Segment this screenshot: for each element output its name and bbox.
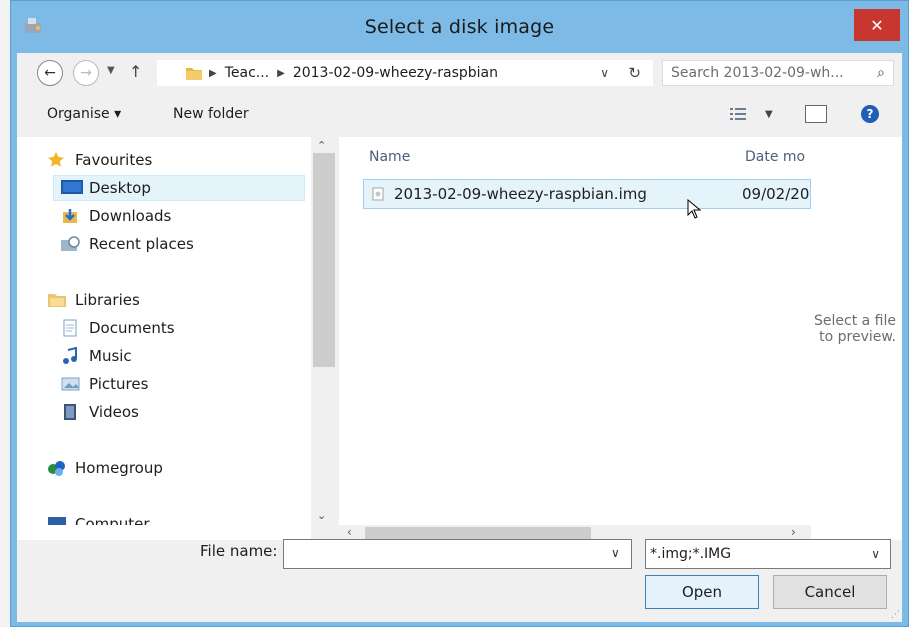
scroll-right-icon[interactable]: › [791,525,796,539]
file-name-input[interactable] [283,539,632,569]
search-placeholder: Search 2013-02-09-wh... [671,65,844,81]
nav-label: Homegroup [75,459,163,477]
preview-pane: Select a file to preview. [811,137,902,540]
nav-documents[interactable]: Documents [61,315,175,341]
nav-music[interactable]: Music [61,343,132,369]
nav-label: Videos [89,403,139,421]
window-title: Select a disk image [364,16,555,38]
preview-pane-icon[interactable] [805,105,827,123]
homegroup-icon [47,459,67,477]
nav-libraries[interactable]: Libraries [47,287,140,313]
nav-label: Favourites [75,151,153,169]
new-folder-button[interactable]: New folder [173,106,249,122]
close-button[interactable]: ✕ [854,9,900,41]
back-arrow-icon: ← [44,65,56,81]
nav-recent-places[interactable]: Recent places [61,231,194,257]
up-arrow-icon[interactable]: ↑ [129,62,142,81]
folder-icon [185,65,203,81]
column-header-name[interactable]: Name [369,149,410,165]
nav-computer-clip: Computer [17,511,311,525]
file-name-label: File name: [200,542,278,560]
refresh-icon[interactable]: ↻ [628,64,641,82]
nav-desktop[interactable]: Desktop [53,175,305,201]
breadcrumb-separator-icon: ▶ [209,67,217,79]
open-button[interactable]: Open [645,575,759,609]
desktop-icon [61,179,83,197]
videos-icon [61,403,81,421]
address-row: ← → ▼ ↑ ▶ Teac... ▶ 2013-02-09-wheezy-ra… [17,53,902,93]
preview-text-line-2: to preview. [819,329,896,345]
dialog-client: ← → ▼ ↑ ▶ Teac... ▶ 2013-02-09-wheezy-ra… [17,53,902,622]
documents-icon [61,319,81,337]
help-icon[interactable]: ? [861,105,879,123]
view-dropdown-icon[interactable]: ▼ [765,109,773,120]
nav-videos[interactable]: Videos [61,399,139,425]
nav-pictures[interactable]: Pictures [61,371,148,397]
music-icon [61,347,81,365]
nav-label: Recent places [89,235,194,253]
file-type-filter-select[interactable]: *.img;*.IMG ∨ [645,539,891,569]
breadcrumb-separator-icon: ▶ [277,67,285,79]
disk-image-file-icon [372,187,384,201]
scroll-down-icon[interactable]: ⌄ [317,509,326,522]
nav-label: Computer [75,515,150,525]
address-dropdown-icon[interactable]: ∨ [600,66,609,80]
file-name-dropdown-icon[interactable]: ∨ [611,546,620,560]
organise-menu-button[interactable]: Organise ▾ [47,106,121,122]
cancel-button[interactable]: Cancel [773,575,887,609]
star-icon [47,151,67,169]
file-type-filter-value: *.img;*.IMG [650,546,732,562]
title-bar[interactable]: Select a disk image ✕ [11,1,908,53]
file-list-scroll-thumb[interactable] [365,527,591,539]
libraries-icon [47,291,67,309]
nav-computer[interactable]: Computer [47,511,150,525]
breadcrumb-item-teac[interactable]: Teac... [225,65,269,81]
search-input[interactable]: Search 2013-02-09-wh... ⌕ [662,60,894,86]
forward-button[interactable]: → [73,60,99,86]
navigation-scroll-thumb[interactable] [313,153,335,367]
scroll-up-icon[interactable]: ⌃ [317,139,326,152]
search-icon[interactable]: ⌕ [877,65,885,81]
recent-locations-chevron-icon[interactable]: ▼ [107,65,115,76]
nav-label: Music [89,347,132,365]
back-button[interactable]: ← [37,60,63,86]
nav-label: Desktop [89,179,151,197]
scroll-left-icon[interactable]: ‹ [347,525,352,539]
breadcrumb-item-current[interactable]: 2013-02-09-wheezy-raspbian [293,65,498,81]
forward-arrow-icon: → [80,65,92,81]
computer-icon [47,515,67,525]
recent-places-icon [61,235,81,253]
nav-label: Pictures [89,375,149,393]
filter-dropdown-icon: ∨ [871,547,880,561]
column-header-date[interactable]: Date mo [745,149,805,165]
file-date: 09/02/20 [742,185,810,203]
resize-grip-icon[interactable]: ⋰ [891,610,900,620]
nav-label: Downloads [89,207,172,225]
preview-text-line-1: Select a file [814,313,896,329]
downloads-icon [61,207,81,225]
nav-downloads[interactable]: Downloads [61,203,171,229]
toolbar: Organise ▾ New folder ▼ ? [17,93,902,137]
file-dialog: Select a disk image ✕ ← → ▼ ↑ ▶ Teac... … [10,0,909,627]
pictures-icon [61,375,81,393]
nav-label: Documents [89,319,175,337]
file-name: 2013-02-09-wheezy-raspbian.img [394,185,647,203]
app-icon [23,15,45,37]
address-bar[interactable]: ▶ Teac... ▶ 2013-02-09-wheezy-raspbian ∨… [157,60,653,86]
mouse-cursor-icon [687,199,701,219]
nav-homegroup[interactable]: Homegroup [47,455,163,481]
nav-label: Libraries [75,291,140,309]
nav-favourites[interactable]: Favourites [47,147,152,173]
view-options-icon[interactable] [730,107,746,121]
close-icon: ✕ [870,15,884,35]
file-row[interactable]: 2013-02-09-wheezy-raspbian.img 09/02/20 [363,179,811,209]
